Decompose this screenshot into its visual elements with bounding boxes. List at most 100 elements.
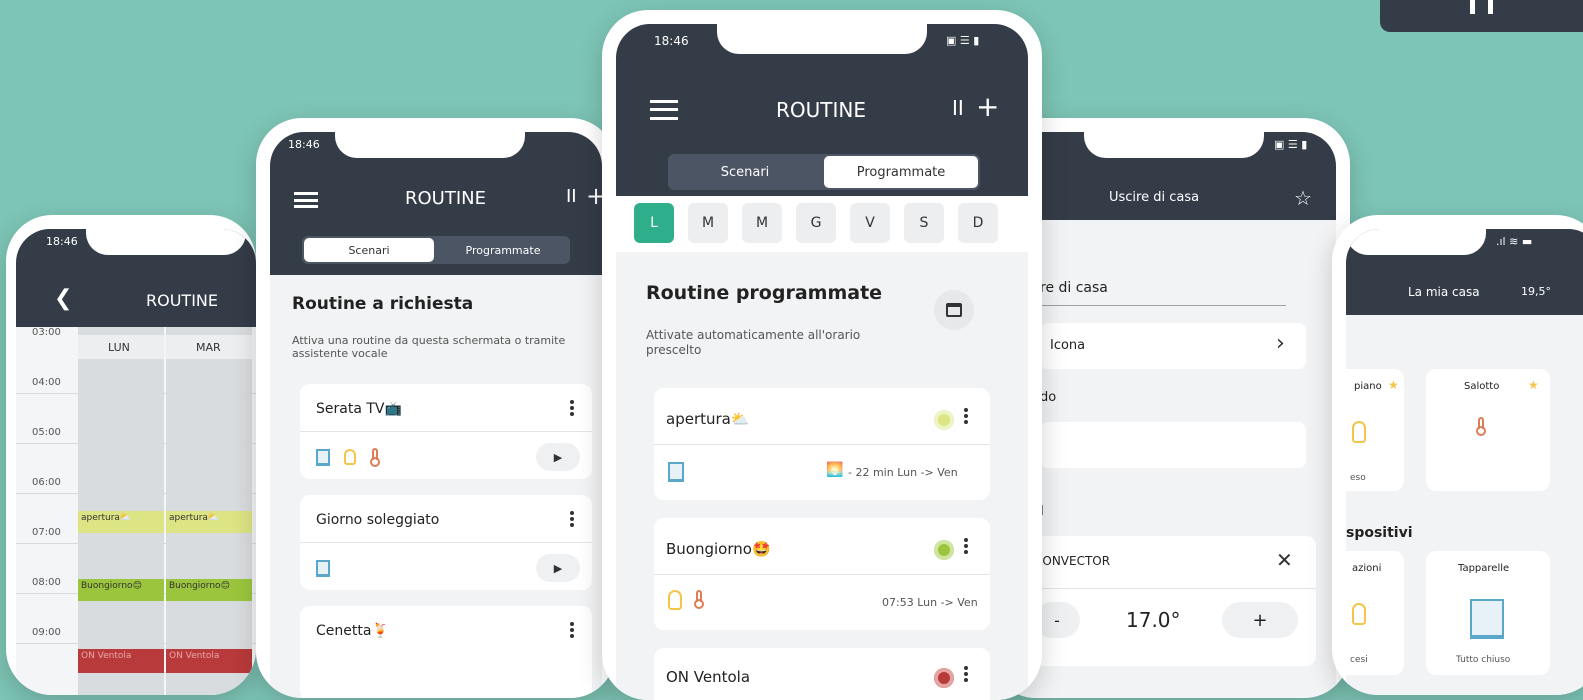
more-icon[interactable] (964, 664, 968, 684)
schedule-text: 07:53 Lun -> Ven (882, 596, 978, 609)
page-title: ROUTINE (146, 291, 218, 310)
routine-card[interactable]: Cenetta🍹 (300, 606, 592, 698)
thermometer-icon (694, 590, 704, 609)
section-description: Attivate automaticamente all'orario pres… (646, 328, 861, 357)
pause-icon[interactable]: II (952, 96, 964, 120)
text-area[interactable] (1040, 422, 1306, 468)
day-button[interactable]: M (688, 203, 728, 243)
category-card[interactable]: Tapparelle Tutto chiuso (1426, 551, 1550, 675)
shutter-icon (316, 449, 330, 466)
name-field[interactable]: re di casa (1040, 280, 1108, 296)
routine-card[interactable]: Giorno soleggiato ▶ (300, 495, 592, 590)
more-icon[interactable] (964, 406, 968, 426)
category-status: cesi (1350, 655, 1368, 665)
calendar-icon[interactable] (934, 290, 974, 330)
page-title: La mia casa (1408, 285, 1480, 299)
phone-programmate: 18:46 ▣ ☰ ▮ ROUTINE II + Scenari Program… (602, 10, 1042, 700)
tab-programmate[interactable]: Programmate (824, 156, 978, 188)
page-title: ROUTINE (776, 98, 866, 122)
room-name: Salotto (1464, 381, 1500, 392)
status-icons: ▣ ☰ ▮ (1274, 138, 1308, 151)
calendar-grid: LUN MAR 03:00 04:00 05:00 06:00 07:00 08… (16, 327, 256, 695)
calendar-event[interactable]: ON Ventola (78, 649, 164, 673)
close-icon[interactable]: ✕ (1276, 548, 1293, 572)
day-label: MAR (196, 341, 221, 354)
back-icon[interactable]: ❮ (54, 288, 72, 310)
menu-icon[interactable] (294, 192, 318, 208)
time-label: 07:00 (32, 527, 61, 538)
icon-row[interactable]: Icona › (1040, 323, 1306, 369)
day-button[interactable]: D (958, 203, 998, 243)
section-title: spositivi (1346, 525, 1413, 541)
section-description: Attiva una routine da questa schermata o… (292, 334, 566, 360)
room-status: eso (1350, 473, 1366, 483)
category-name: Tapparelle (1458, 563, 1510, 574)
calendar-event[interactable]: apertura⛅ (166, 511, 252, 533)
tab-bar: Scenari Programmate (668, 154, 980, 190)
time-label: 04:00 (32, 377, 61, 388)
bulb-icon (668, 590, 682, 610)
status-dot (934, 668, 954, 688)
more-icon[interactable] (964, 536, 968, 556)
routine-card[interactable]: apertura⛅ 🌅 - 22 min Lun -> Ven (654, 388, 990, 500)
day-button[interactable]: V (850, 203, 890, 243)
tab-bar: Scenari Programmate (302, 236, 570, 264)
status-icons: ▣ ☰ ▮ (946, 34, 980, 47)
calendar-event[interactable]: Buongiorno😊 (78, 579, 164, 601)
thermometer-icon (1476, 417, 1496, 455)
time-label: 05:00 (32, 427, 61, 438)
calendar-event[interactable]: Buongiorno😊 (166, 579, 252, 601)
tab-scenari[interactable]: Scenari (670, 156, 820, 188)
more-icon[interactable] (570, 509, 574, 529)
time-label: 03:00 (32, 327, 61, 338)
tab-programmate[interactable]: Programmate (438, 238, 568, 262)
menu-icon[interactable] (650, 100, 678, 120)
routine-card[interactable]: Serata TV📺 ▶ (300, 384, 592, 479)
sunrise-icon: 🌅 (826, 462, 844, 478)
room-card[interactable]: Salotto ★ (1426, 369, 1550, 491)
add-icon[interactable]: + (586, 182, 602, 210)
chevron-right-icon: › (1276, 331, 1285, 356)
play-button[interactable]: ▶ (536, 554, 580, 582)
bulb-icon (1352, 421, 1366, 443)
routine-name: ON Ventola (666, 668, 751, 686)
plus-button[interactable]: + (1222, 602, 1298, 638)
day-button[interactable]: S (904, 203, 944, 243)
play-button[interactable]: ▶ (536, 443, 580, 471)
time-label: 06:00 (32, 477, 61, 488)
shutter-icon (1470, 599, 1504, 639)
time-label: 09:00 (32, 627, 61, 638)
phone-uscire: ▣ ☰ ▮ Uscire di casa ☆ re di casa Icona … (990, 118, 1350, 698)
routine-name: Cenetta🍹 (316, 623, 389, 639)
routine-name: Buongiorno🤩 (666, 540, 771, 558)
calendar-event[interactable]: apertura⛅ (78, 511, 164, 533)
phone-calendar: 18:46 ❮ ROUTINE LUN MAR 03:00 04:00 05:0… (6, 215, 256, 695)
room-name: piano (1354, 381, 1382, 392)
more-icon[interactable] (570, 620, 574, 640)
status-dot (934, 410, 954, 430)
category-name: azioni (1352, 563, 1382, 574)
page-title: ROUTINE (405, 188, 486, 209)
time-label: 08:00 (32, 577, 61, 588)
schedule-text: - 22 min Lun -> Ven (848, 466, 958, 479)
add-icon[interactable]: + (976, 90, 999, 123)
category-card[interactable]: azioni cesi (1346, 551, 1404, 675)
routine-card[interactable]: ON Ventola (654, 648, 990, 700)
signal-icons: .ıl ≋ ▬ (1496, 235, 1533, 248)
temperature-badge: 19,5° (1521, 285, 1551, 298)
thermometer-icon (370, 448, 380, 467)
bulb-icon (344, 449, 356, 465)
section-title: Routine programmate (646, 282, 883, 304)
routine-card[interactable]: Buongiorno🤩 07:53 Lun -> Ven (654, 518, 990, 630)
room-card[interactable]: piano ★ eso (1346, 369, 1404, 491)
star-icon[interactable]: ☆ (1294, 186, 1312, 210)
routine-name: apertura⛅ (666, 410, 750, 428)
tab-scenari[interactable]: Scenari (304, 238, 434, 262)
day-button[interactable]: G (796, 203, 836, 243)
bulb-icon (1352, 603, 1366, 625)
day-button[interactable]: L (634, 203, 674, 243)
day-button[interactable]: M (742, 203, 782, 243)
pause-icon[interactable]: II (566, 186, 577, 207)
more-icon[interactable] (570, 398, 574, 418)
calendar-event[interactable]: ON Ventola (166, 649, 252, 673)
